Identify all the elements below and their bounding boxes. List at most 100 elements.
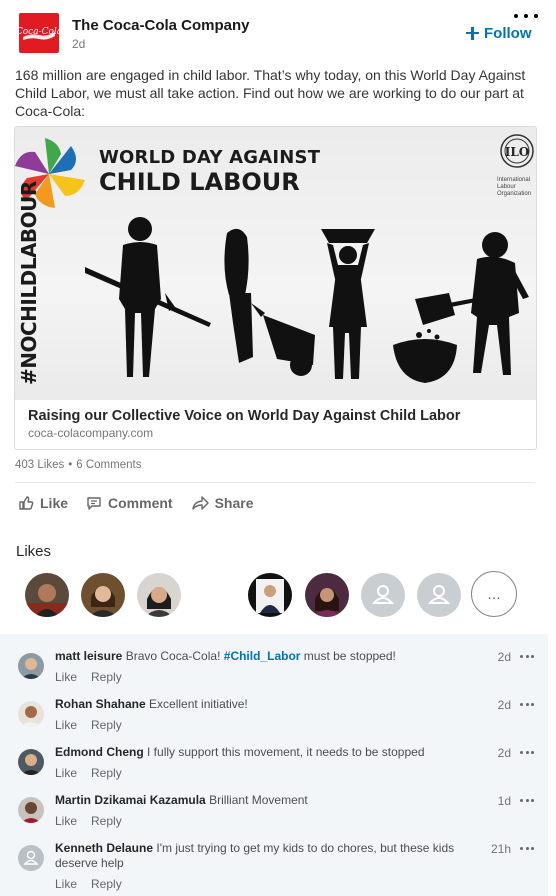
share-button[interactable]: Share	[191, 493, 254, 513]
comment-time: 1d	[497, 794, 511, 808]
liker-avatar[interactable]	[305, 573, 349, 617]
child-soldier-silhouette	[85, 217, 211, 377]
article-title[interactable]: Raising our Collective Voice on World Da…	[28, 408, 460, 424]
commenter-name[interactable]: matt leisure	[55, 649, 122, 663]
person-icon	[361, 573, 405, 617]
comment-item: matt leisure Bravo Coca-Cola! #Child_Lab…	[0, 649, 548, 697]
like-label: Like	[40, 495, 69, 511]
article-image: ILO WORLD DAY AGAINST CHILD LABOUR #NOCH…	[15, 127, 536, 400]
post-header: Coca-Cola The Coca-Cola Company 2d Follo…	[0, 0, 556, 60]
liker-avatar[interactable]	[248, 573, 292, 617]
commenter-avatar[interactable]	[18, 749, 44, 775]
svg-text:Coca-Cola: Coca-Cola	[19, 27, 59, 37]
shovel-child-silhouette	[393, 232, 529, 383]
person-icon	[417, 573, 461, 617]
company-logo[interactable]: Coca-Cola	[19, 13, 59, 53]
count-separator: •	[68, 459, 73, 471]
company-name[interactable]: The Coca-Cola Company	[72, 17, 250, 34]
liker-avatar-placeholder[interactable]	[361, 573, 405, 617]
comment-like-button[interactable]: Like	[55, 766, 77, 780]
comment-body: I fully support this movement, it needs …	[147, 745, 425, 759]
comment-body: Brilliant Movement	[209, 793, 308, 807]
comment-more-icon[interactable]	[520, 799, 534, 803]
comment-actions: Like Reply	[55, 766, 122, 780]
ilo-logo-icon: ILO	[500, 134, 534, 168]
divider	[15, 482, 535, 483]
comment-more-icon[interactable]	[520, 847, 534, 851]
comment-body-rest: must be stopped!	[303, 649, 396, 663]
comment-body: Bravo Coca-Cola!	[125, 649, 221, 663]
svg-text:ILO: ILO	[505, 145, 530, 159]
post-text: 168 million are engaged in child labor. …	[15, 67, 526, 119]
comment-time: 2d	[497, 698, 511, 712]
person-icon	[18, 845, 44, 871]
image-title-line2: CHILD LABOUR	[99, 168, 300, 196]
comment-item: Rohan Shahane Excellent initiative! Like…	[0, 697, 548, 745]
comment-label: Comment	[108, 495, 173, 511]
comment-reply-button[interactable]: Reply	[91, 814, 122, 828]
liker-avatar-placeholder[interactable]	[417, 573, 461, 617]
commenter-name[interactable]: Martin Dzikamai Kazamula	[55, 793, 206, 807]
comment-item: Edmond Cheng I fully support this moveme…	[0, 745, 548, 793]
comment-text: Martin Dzikamai Kazamula Brilliant Movem…	[55, 793, 495, 808]
article-domain: coca-colacompany.com	[28, 426, 154, 440]
comment-reply-button[interactable]: Reply	[91, 877, 122, 891]
comment-more-icon[interactable]	[520, 751, 534, 755]
follow-label: Follow	[484, 24, 532, 42]
comment-time: 21h	[490, 842, 511, 856]
share-icon	[191, 496, 209, 510]
basin-carrier-silhouette	[321, 229, 375, 379]
commenter-avatar[interactable]	[18, 653, 44, 679]
ilo-caption: International Labour Organization	[497, 177, 532, 197]
comment-like-button[interactable]: Like	[55, 877, 77, 891]
comment-text: Edmond Cheng I fully support this moveme…	[55, 745, 495, 760]
comment-reply-button[interactable]: Reply	[91, 670, 122, 684]
image-title: WORLD DAY AGAINST CHILD LABOUR	[99, 149, 320, 196]
post-age: 2d	[72, 37, 86, 51]
action-bar: Like Comment Share	[18, 493, 254, 513]
commenter-avatar-placeholder[interactable]	[18, 845, 44, 871]
liker-avatar[interactable]	[81, 573, 125, 617]
more-likers-button[interactable]: …	[471, 571, 517, 617]
wheelbarrow-child-silhouette	[224, 228, 315, 376]
commenter-avatar[interactable]	[18, 797, 44, 823]
follow-button[interactable]: Follow	[466, 23, 532, 43]
comment-actions: Like Reply	[55, 718, 122, 732]
comment-reply-button[interactable]: Reply	[91, 718, 122, 732]
comment-time: 2d	[497, 746, 511, 760]
comment-like-button[interactable]: Like	[55, 814, 77, 828]
comment-like-button[interactable]: Like	[55, 718, 77, 732]
comment-text: Rohan Shahane Excellent initiative!	[55, 697, 495, 712]
share-label: Share	[214, 495, 254, 511]
comment-actions: Like Reply	[55, 670, 122, 684]
plus-icon	[466, 26, 479, 40]
link-preview-card[interactable]: ILO WORLD DAY AGAINST CHILD LABOUR #NOCH…	[14, 126, 537, 450]
like-button[interactable]: Like	[18, 493, 68, 513]
social-counts: 403 Likes • 6 Comments	[15, 459, 141, 471]
more-options-icon[interactable]	[514, 12, 538, 20]
comment-body: Excellent initiative!	[149, 697, 248, 711]
comment-text: matt leisure Bravo Coca-Cola! #Child_Lab…	[55, 649, 495, 664]
thumbs-up-icon	[19, 496, 34, 510]
comment-item: Martin Dzikamai Kazamula Brilliant Movem…	[0, 793, 548, 841]
comment-icon	[87, 497, 101, 510]
hashtag-link[interactable]: #Child_Labor	[224, 649, 301, 663]
comment-more-icon[interactable]	[520, 655, 534, 659]
likes-count[interactable]: 403 Likes	[15, 459, 64, 471]
liker-avatar[interactable]	[137, 573, 181, 617]
comment-actions: Like Reply	[55, 877, 122, 891]
comment-time: 2d	[497, 650, 511, 664]
commenter-name[interactable]: Kenneth Delaune	[55, 841, 153, 855]
commenter-avatar[interactable]	[18, 701, 44, 727]
image-hashtag: #NOCHILDLABOUR	[17, 181, 41, 385]
comment-like-button[interactable]: Like	[55, 670, 77, 684]
comment-more-icon[interactable]	[520, 703, 534, 707]
comments-count[interactable]: 6 Comments	[76, 459, 141, 471]
comment-button[interactable]: Comment	[86, 493, 173, 513]
comment-reply-button[interactable]: Reply	[91, 766, 122, 780]
comment-actions: Like Reply	[55, 814, 122, 828]
commenter-name[interactable]: Rohan Shahane	[55, 697, 146, 711]
likes-heading: Likes	[16, 543, 52, 560]
commenter-name[interactable]: Edmond Cheng	[55, 745, 144, 759]
liker-avatar[interactable]	[25, 573, 69, 617]
